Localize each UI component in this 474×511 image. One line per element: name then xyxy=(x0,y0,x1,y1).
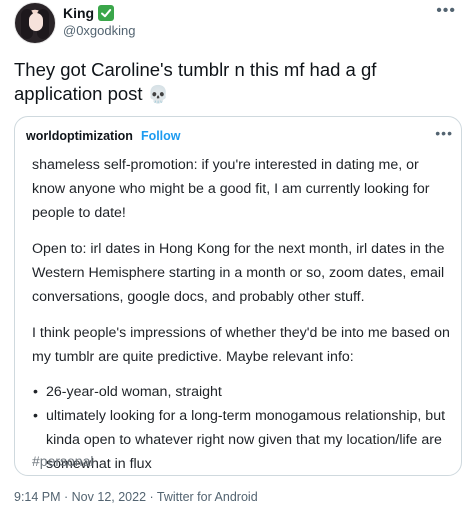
post-tag[interactable]: #personal xyxy=(32,453,94,469)
author-handle[interactable]: @0xgodking xyxy=(63,23,135,38)
bullet-item: 26-year-old woman, straight xyxy=(32,380,452,404)
card-more-options-icon[interactable]: ••• xyxy=(435,125,453,141)
tweet: King @0xgodking ••• They got Caroline's … xyxy=(0,0,474,511)
quoted-post-body: shameless self-promotion: if you're inte… xyxy=(32,153,452,476)
more-options-icon[interactable]: ••• xyxy=(436,2,456,20)
post-paragraph: I think people's impressions of whether … xyxy=(32,325,450,365)
quoted-post-card[interactable]: worldoptimization Follow ••• shameless s… xyxy=(14,116,462,476)
tweet-timestamp[interactable]: 9:14 PM · Nov 12, 2022 · Twitter for And… xyxy=(14,490,258,504)
tweet-text: They got Caroline's tumblr n this mf had… xyxy=(14,58,454,107)
avatar[interactable] xyxy=(14,2,56,44)
author-name-row: King xyxy=(63,4,115,22)
blog-name[interactable]: worldoptimization xyxy=(26,129,133,143)
verified-check-icon xyxy=(98,5,115,21)
tweet-text-line-1: They got Caroline's tumblr n this mf had… xyxy=(14,59,377,80)
post-paragraph: Open to: irl dates in Hong Kong for the … xyxy=(32,241,445,305)
tweet-text-line-2: application post xyxy=(14,83,143,104)
post-bullet-list: 26-year-old woman, straight ultimately l… xyxy=(32,380,452,476)
avatar-face xyxy=(29,13,43,31)
skull-emoji: 💀 xyxy=(147,85,169,105)
follow-button[interactable]: Follow xyxy=(141,129,181,143)
author-display-name[interactable]: King xyxy=(63,5,94,21)
check-mark-icon xyxy=(101,9,112,18)
bullet-item: ultimately looking for a long-term monog… xyxy=(32,404,452,476)
quoted-post-header: worldoptimization Follow xyxy=(26,127,181,145)
post-paragraph: shameless self-promotion: if you're inte… xyxy=(32,157,430,221)
